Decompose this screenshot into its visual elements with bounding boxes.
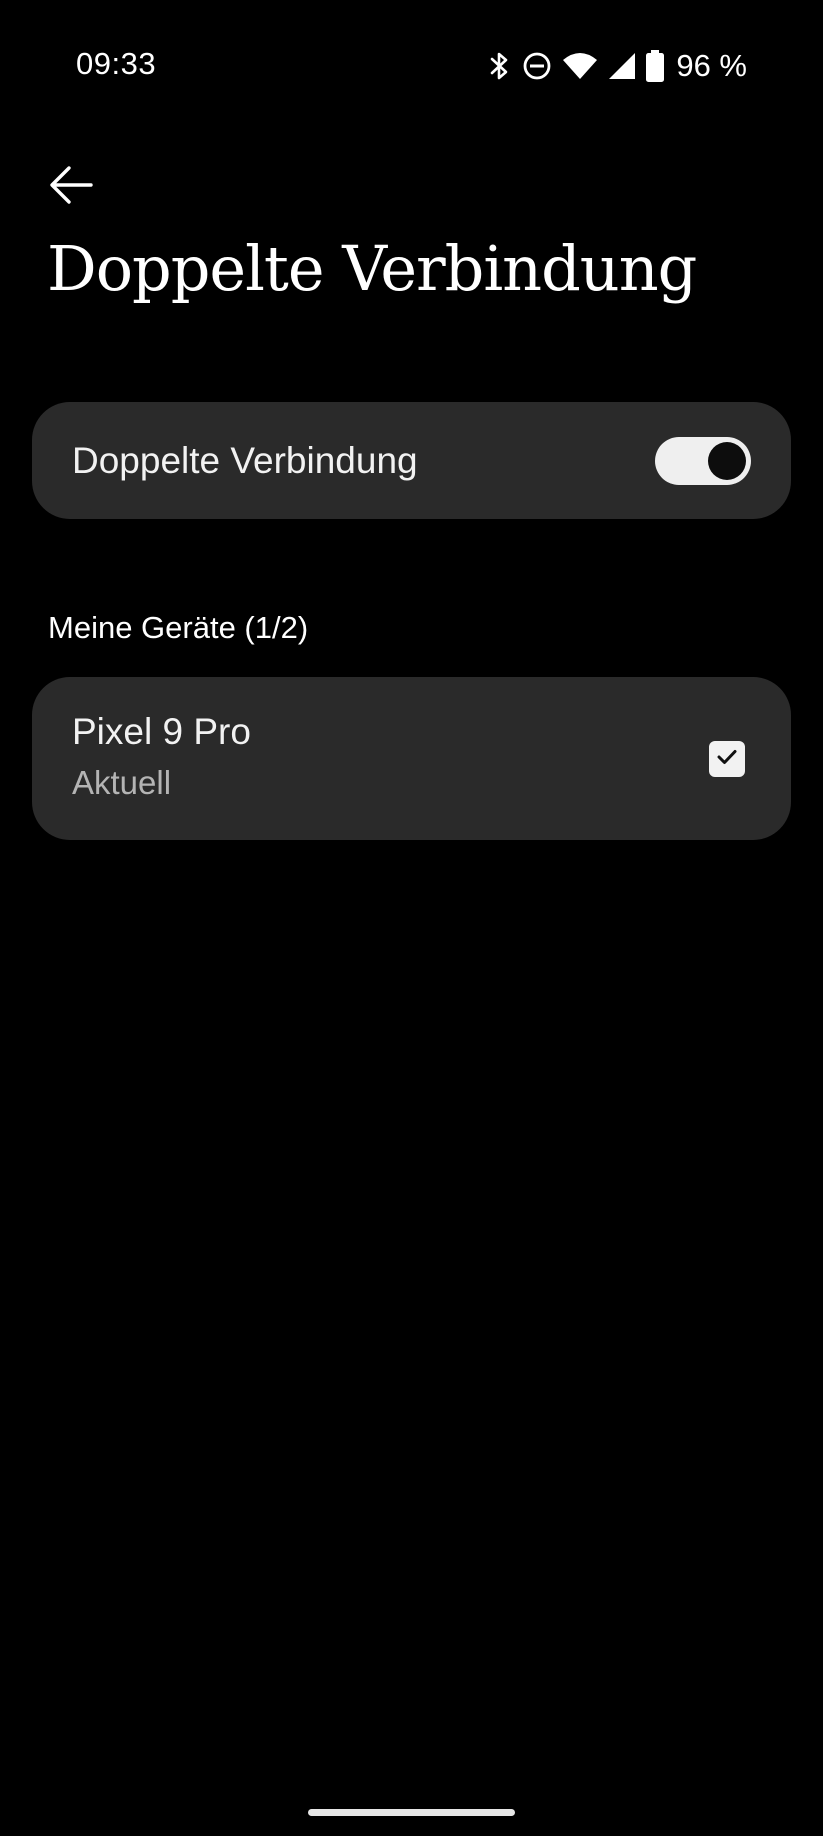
status-bar: 09:33 96 % (0, 0, 823, 130)
battery-percent: 96 % (676, 48, 747, 83)
back-button[interactable] (44, 162, 98, 212)
do-not-disturb-icon (522, 51, 552, 81)
checkmark-icon (716, 748, 738, 771)
device-checkbox[interactable] (709, 741, 745, 777)
bluetooth-icon (488, 50, 512, 82)
status-time: 09:33 (76, 46, 157, 81)
dual-connection-toggle[interactable] (655, 437, 751, 485)
device-row-pixel-9-pro[interactable]: Pixel 9 Pro Aktuell (32, 677, 791, 840)
device-name: Pixel 9 Pro (72, 711, 251, 752)
cellular-signal-icon (608, 52, 636, 80)
arrow-left-icon (49, 165, 93, 210)
my-devices-header: Meine Geräte (1/2) (48, 610, 309, 645)
gesture-navigation-handle[interactable] (308, 1809, 515, 1816)
wifi-icon (562, 52, 598, 80)
battery-icon (646, 50, 665, 82)
dual-connection-label: Doppelte Verbindung (72, 440, 418, 481)
dual-connection-row[interactable]: Doppelte Verbindung (32, 402, 791, 519)
status-icons: 96 % (488, 46, 747, 86)
device-status: Aktuell (72, 764, 172, 801)
page-title: Doppelte Verbindung (47, 232, 697, 305)
toggle-thumb (708, 442, 746, 480)
